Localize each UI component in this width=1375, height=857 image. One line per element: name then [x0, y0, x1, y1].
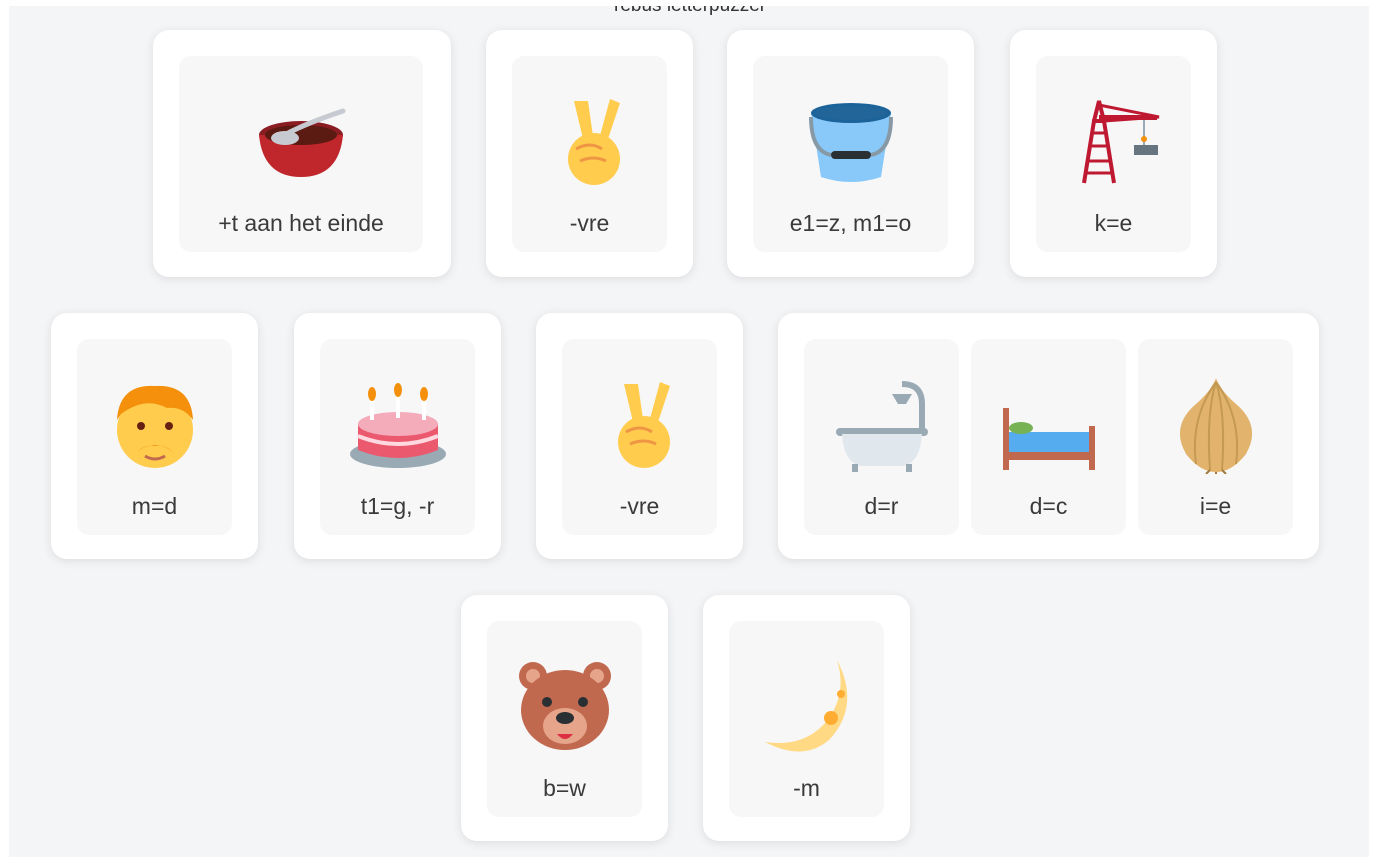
bucket-icon: [796, 86, 906, 196]
rebus-tile: d=c: [971, 339, 1126, 535]
rebus-card: b=w: [461, 595, 668, 841]
man-red-hair-icon: [100, 369, 210, 479]
rebus-tile: -vre: [562, 339, 717, 535]
rebus-card: e1=z, m1=o: [727, 30, 974, 277]
tile-label: b=w: [543, 775, 586, 801]
rebus-card: +t aan het einde: [153, 30, 451, 277]
puzzle-area: rebus letterpuzzel +t aan het einde: [9, 6, 1369, 857]
tile-label: k=e: [1094, 210, 1133, 236]
tile-label: i=e: [1199, 493, 1232, 519]
tile-label: +t aan het einde: [218, 210, 384, 236]
rebus-card: -vre: [486, 30, 693, 277]
crescent-moon-icon: [752, 651, 862, 761]
rebus-tile: t1=g, -r: [320, 339, 475, 535]
tile-label: -m: [793, 775, 820, 801]
tile-label: d=r: [864, 493, 899, 519]
victory-hand-icon: [535, 86, 645, 196]
rebus-tile: -vre: [512, 56, 667, 252]
rebus-card: t1=g, -r: [294, 313, 501, 559]
tile-label: m=d: [131, 493, 178, 519]
bowl-with-spoon-icon: [246, 86, 356, 196]
victory-hand-icon: [585, 369, 695, 479]
rebus-tile: m=d: [77, 339, 232, 535]
bed-icon: [994, 369, 1104, 479]
rebus-tile: k=e: [1036, 56, 1191, 252]
bear-face-icon: [510, 651, 620, 761]
onion-icon: [1161, 369, 1271, 479]
rebus-tile: i=e: [1138, 339, 1293, 535]
tile-label: d=c: [1029, 493, 1068, 519]
rebus-tile: b=w: [487, 621, 642, 817]
rebus-tile: d=r: [804, 339, 959, 535]
tile-label: -vre: [569, 210, 610, 236]
rebus-tile: e1=z, m1=o: [753, 56, 948, 252]
page-title: rebus letterpuzzel: [9, 6, 1369, 17]
tile-label: t1=g, -r: [360, 493, 435, 519]
tile-label: -vre: [619, 493, 660, 519]
bathtub-icon: [827, 369, 937, 479]
rebus-tile: +t aan het einde: [179, 56, 423, 252]
rebus-card: d=r d=c i=e: [778, 313, 1319, 559]
rebus-card: k=e: [1010, 30, 1217, 277]
birthday-cake-icon: [343, 369, 453, 479]
tile-label: e1=z, m1=o: [789, 210, 912, 236]
crane-icon: [1059, 86, 1169, 196]
rebus-card: -m: [703, 595, 910, 841]
rebus-card: -vre: [536, 313, 743, 559]
rebus-tile: -m: [729, 621, 884, 817]
rebus-card: m=d: [51, 313, 258, 559]
